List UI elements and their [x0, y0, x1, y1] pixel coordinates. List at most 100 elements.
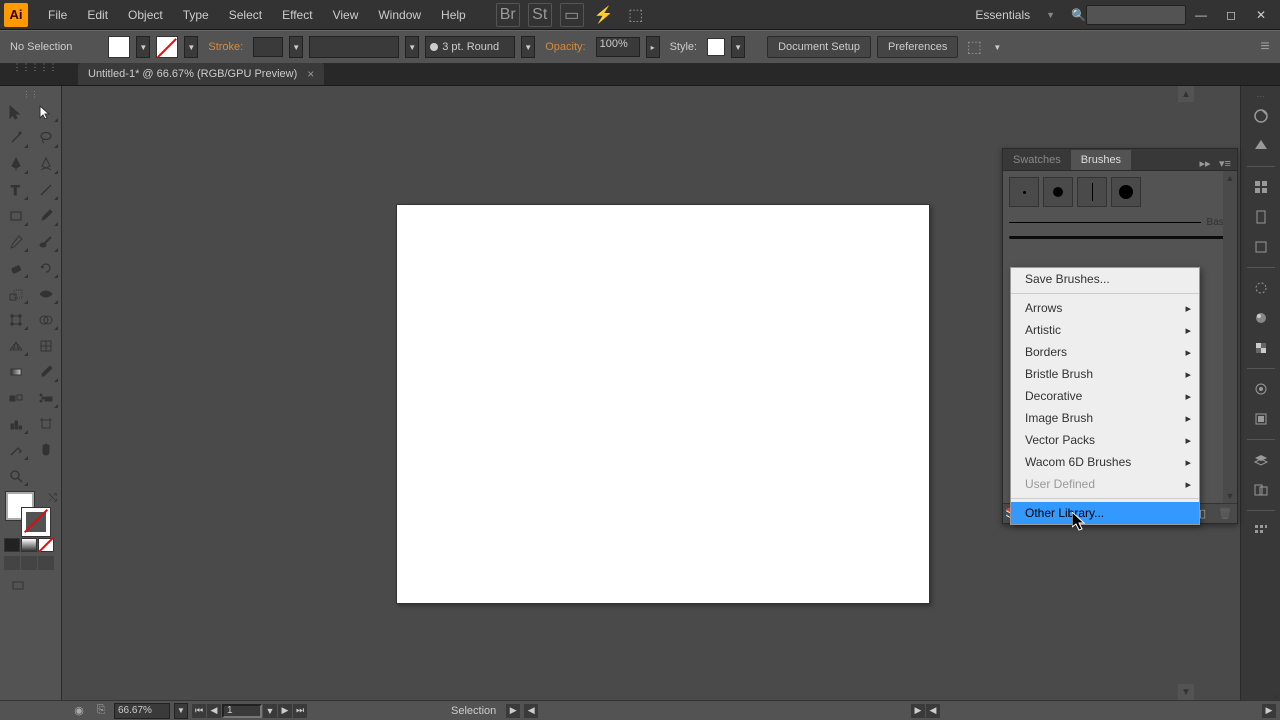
pen-tool[interactable]: [2, 152, 30, 176]
panel-menu-icon[interactable]: ▾≡: [1217, 157, 1233, 170]
eraser-tool[interactable]: [2, 256, 30, 280]
workspace-dropdown-icon[interactable]: ▼: [1046, 10, 1055, 20]
menu-decorative[interactable]: Decorative: [1011, 385, 1199, 407]
scroll-up-icon[interactable]: ▲: [1178, 86, 1194, 102]
brush-thumb-4[interactable]: [1111, 177, 1141, 207]
brush-thumb-3[interactable]: [1077, 177, 1107, 207]
stroke-label[interactable]: Stroke:: [204, 41, 247, 53]
artboards-panel-icon[interactable]: [1249, 478, 1273, 502]
vw-dropdown-icon[interactable]: ▼: [405, 36, 419, 58]
draw-behind[interactable]: [21, 556, 37, 570]
stroke-swatch[interactable]: [156, 36, 178, 58]
swap-fill-stroke-icon[interactable]: ⤭: [48, 492, 57, 505]
blob-brush-tool[interactable]: [32, 230, 60, 254]
appearance-panel-icon[interactable]: [1249, 377, 1273, 401]
search-input[interactable]: [1086, 5, 1186, 25]
artboard-tool[interactable]: [32, 412, 60, 436]
perspective-grid-tool[interactable]: [2, 334, 30, 358]
menu-image-brush[interactable]: Image Brush: [1011, 407, 1199, 429]
color-guide-panel-icon[interactable]: [1249, 134, 1273, 158]
brushes-panel-icon[interactable]: [1249, 205, 1273, 229]
graphic-styles-panel-icon[interactable]: [1249, 407, 1273, 431]
lasso-tool[interactable]: [32, 126, 60, 150]
width-tool[interactable]: [32, 282, 60, 306]
gradient-tool[interactable]: [2, 360, 30, 384]
fill-stroke-controls[interactable]: ⤭: [0, 490, 61, 536]
brush-stroke-row[interactable]: [1003, 232, 1237, 249]
document-tab-close-icon[interactable]: ×: [307, 67, 314, 81]
menu-help[interactable]: Help: [431, 0, 476, 30]
scale-tool[interactable]: [2, 282, 30, 306]
menu-vector-packs[interactable]: Vector Packs: [1011, 429, 1199, 451]
menu-file[interactable]: File: [38, 0, 77, 30]
menu-object[interactable]: Object: [118, 0, 173, 30]
align-dropdown-icon[interactable]: ▼: [990, 36, 1004, 58]
brush-thumb-2[interactable]: [1043, 177, 1073, 207]
gpu-icon[interactable]: ⚡: [592, 3, 616, 27]
workspace-switcher[interactable]: Essentials: [967, 8, 1038, 22]
dock-grip[interactable]: ⋯: [1257, 92, 1265, 98]
scroll-down-icon[interactable]: ▼: [1178, 684, 1194, 700]
curvature-tool[interactable]: [32, 152, 60, 176]
first-artboard-icon[interactable]: ⏮: [192, 704, 206, 718]
free-transform-tool[interactable]: [2, 308, 30, 332]
preferences-button[interactable]: Preferences: [877, 36, 958, 58]
swatches-tab[interactable]: Swatches: [1003, 150, 1071, 170]
opacity-dropdown-icon[interactable]: ▸: [646, 36, 660, 58]
brush-dropdown-icon[interactable]: ▼: [521, 36, 535, 58]
panel-scroll-up-icon[interactable]: ▲: [1223, 171, 1237, 185]
artboard-dropdown-icon[interactable]: ▼: [263, 704, 277, 718]
bridge-icon[interactable]: Br: [496, 3, 520, 27]
menu-effect[interactable]: Effect: [272, 0, 322, 30]
panel-collapse-icon[interactable]: ▸▸: [1197, 157, 1213, 170]
brushes-tab[interactable]: Brushes: [1071, 150, 1131, 170]
symbol-sprayer-tool[interactable]: [32, 386, 60, 410]
status-icon-2[interactable]: ⎘: [92, 703, 110, 719]
menu-window[interactable]: Window: [368, 0, 431, 30]
menu-borders[interactable]: Borders: [1011, 341, 1199, 363]
hscroll-right-icon[interactable]: ▶: [911, 704, 925, 718]
stock-icon[interactable]: St: [528, 3, 552, 27]
prev-artboard-icon[interactable]: ◀: [207, 704, 221, 718]
draw-normal[interactable]: [4, 556, 20, 570]
fill-dropdown-icon[interactable]: ▼: [136, 36, 150, 58]
document-tab[interactable]: Untitled-1* @ 66.67% (RGB/GPU Preview) ×: [78, 63, 324, 85]
delete-brush-icon[interactable]: 🗑: [1215, 506, 1235, 522]
fill-swatch[interactable]: [108, 36, 130, 58]
hscroll-left-icon[interactable]: ◀: [524, 704, 538, 718]
color-mode-gradient[interactable]: [21, 538, 37, 552]
close-button[interactable]: ✕: [1246, 4, 1276, 26]
transparency-panel-icon[interactable]: [1249, 336, 1273, 360]
status-dropdown-icon[interactable]: ▶: [506, 704, 520, 718]
hscroll-right2-icon[interactable]: ▶: [1262, 704, 1276, 718]
toolbar-grip[interactable]: ⋮⋮: [0, 90, 61, 98]
panel-scrollbar[interactable]: ▲ ▼: [1223, 171, 1237, 503]
line-tool[interactable]: [32, 178, 60, 202]
pencil-tool[interactable]: [2, 230, 30, 254]
panel-scroll-down-icon[interactable]: ▼: [1223, 489, 1237, 503]
menu-bristle-brush[interactable]: Bristle Brush: [1011, 363, 1199, 385]
selection-tool[interactable]: [2, 100, 30, 124]
menu-type[interactable]: Type: [173, 0, 219, 30]
opacity-label[interactable]: Opacity:: [541, 41, 589, 53]
align-icon[interactable]: ⬚: [964, 35, 984, 59]
next-artboard-icon[interactable]: ▶: [278, 704, 292, 718]
menu-arrows[interactable]: Arrows: [1011, 297, 1199, 319]
direct-selection-tool[interactable]: [32, 100, 60, 124]
rectangle-tool[interactable]: [2, 204, 30, 228]
swatches-panel-icon[interactable]: [1249, 175, 1273, 199]
eyedropper-tool[interactable]: [32, 360, 60, 384]
type-tool[interactable]: T: [2, 178, 30, 202]
arrange-icon[interactable]: ▭: [560, 3, 584, 27]
stroke-weight-input[interactable]: [253, 37, 283, 57]
hand-tool[interactable]: [32, 438, 60, 462]
rotate-tool[interactable]: [32, 256, 60, 280]
style-swatch[interactable]: [707, 38, 725, 56]
stroke-weight-dropdown-icon[interactable]: ▼: [289, 36, 303, 58]
screen-mode-tool[interactable]: [4, 574, 32, 598]
align-panel-icon[interactable]: [1249, 519, 1273, 543]
artboard[interactable]: [396, 204, 930, 604]
document-setup-button[interactable]: Document Setup: [767, 36, 871, 58]
toolbar-stroke-swatch[interactable]: [22, 508, 50, 536]
opacity-input[interactable]: 100%: [596, 37, 640, 57]
